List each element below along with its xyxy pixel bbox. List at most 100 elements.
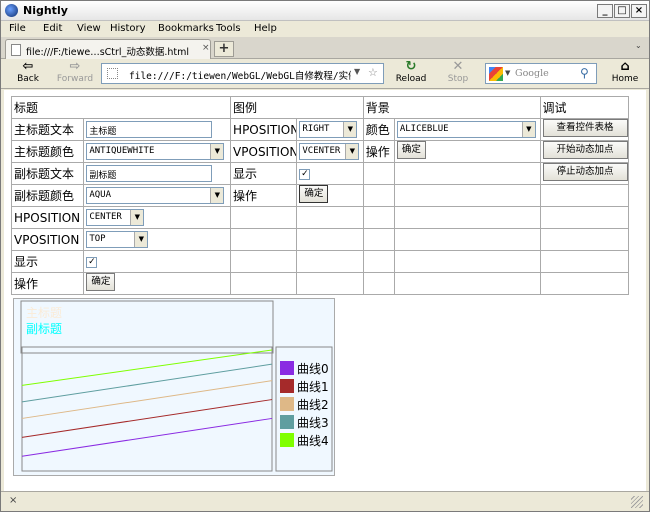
legend-swatch-4 <box>280 433 294 447</box>
empty-cell <box>296 228 364 251</box>
empty-cell <box>362 228 395 251</box>
home-button[interactable]: ⌂ Home <box>611 60 639 85</box>
url-bar[interactable]: file:///F:/tiewen/WebGL/WebGL自修教程/实例/C ▼… <box>101 63 384 84</box>
main-title-color-select[interactable]: ANTIQUEWHITE ▼ <box>86 143 225 160</box>
tab-active[interactable]: file:///F:/tiewe…sCtrl_动态数据.html × <box>5 39 211 59</box>
header-background: 背景 <box>362 96 541 119</box>
engine-dropdown-icon[interactable]: ▼ <box>505 69 510 77</box>
legend-hposition-label: HPOSITION <box>230 118 298 141</box>
title-operation-label: 操作 <box>10 272 85 295</box>
empty-cell <box>230 250 298 273</box>
bg-color-label: 颜色 <box>362 118 395 141</box>
menu-edit[interactable]: Edit <box>43 23 62 34</box>
stop-icon: ✕ <box>452 59 464 74</box>
empty-cell <box>539 184 630 207</box>
empty-cell <box>230 206 298 229</box>
tab-title: file:///F:/tiewe…sCtrl_动态数据.html <box>26 47 189 58</box>
line-chart: 主标题副标题曲线0 曲线1 曲线2 曲线3 曲线4 <box>20 300 333 472</box>
legend-label-2: 曲线2 <box>297 398 329 412</box>
bg-operation-label: 操作 <box>362 140 395 163</box>
subtitle-text-input[interactable]: 副标题 <box>86 165 213 182</box>
back-button[interactable]: ⇦ Back <box>11 59 45 85</box>
page-content: 标题 图例 背景 调试 主标题文本 主标题 HPOSITION RIGHT ▼ 颜… <box>4 90 646 491</box>
title-vposition-select[interactable]: TOP ▼ <box>86 231 149 248</box>
title-hposition-value: CENTER <box>89 212 122 222</box>
minimize-button[interactable]: _ <box>597 4 613 18</box>
stop-dynamic-points-button[interactable]: 停止动态加点 <box>542 163 628 181</box>
forward-arrow-icon: ⇨ <box>69 59 81 74</box>
series-line-2 <box>21 380 273 419</box>
menu-help[interactable]: Help <box>254 23 277 34</box>
stop-button[interactable]: ✕ Stop <box>444 59 472 85</box>
plot-area <box>21 346 273 472</box>
legend-vposition-value: VCENTER <box>302 146 341 156</box>
reload-icon: ↻ <box>405 59 417 74</box>
legend-vposition-select[interactable]: VCENTER ▼ <box>299 143 360 160</box>
page-icon <box>11 44 21 56</box>
forward-button[interactable]: ⇨ Forward <box>53 59 97 85</box>
chevron-down-icon: ▼ <box>134 232 148 247</box>
reload-button[interactable]: ↻ Reload <box>394 59 428 85</box>
menu-bar: File Edit View History Bookmarks Tools H… <box>1 21 649 37</box>
view-controls-table-button[interactable]: 查看控件表格 <box>542 119 628 137</box>
chevron-down-icon: ▼ <box>343 122 357 137</box>
header-legend: 图例 <box>230 96 364 119</box>
title-hposition-select[interactable]: CENTER ▼ <box>86 209 145 226</box>
chart-panel: 主标题 副标题 曲线0 曲线1 曲线2 曲线3 曲线4 <box>13 298 335 476</box>
title-hposition-label: HPOSITION <box>10 206 85 229</box>
tab-list-icon[interactable]: ⌄ <box>635 41 642 50</box>
back-arrow-icon: ⇦ <box>22 59 34 74</box>
title-show-checkbox[interactable]: ✓ <box>86 256 98 268</box>
title-show-label: 显示 <box>10 250 85 273</box>
tab-close-icon[interactable]: × <box>202 43 210 53</box>
title-vposition-value: TOP <box>89 234 106 244</box>
subtitle-color-select[interactable]: AQUA ▼ <box>86 187 225 204</box>
series-line-4 <box>21 349 273 386</box>
close-addon-bar-icon[interactable]: × <box>9 495 17 506</box>
title-bar: Nightly _ □ × <box>1 1 649 21</box>
legend-show-label: 显示 <box>230 162 298 185</box>
resize-grip[interactable] <box>631 496 643 508</box>
empty-cell <box>393 206 541 229</box>
main-title-text-input[interactable]: 主标题 <box>86 121 213 138</box>
empty-cell <box>393 272 541 295</box>
header-debug: 调试 <box>539 96 630 119</box>
stop-label: Stop <box>447 74 469 84</box>
close-window-button[interactable]: × <box>631 4 647 18</box>
empty-cell <box>362 184 395 207</box>
empty-cell <box>362 250 395 273</box>
bg-confirm-button[interactable]: 确定 <box>396 141 426 159</box>
menu-view[interactable]: View <box>77 23 101 34</box>
google-logo-icon[interactable] <box>489 67 503 81</box>
title-confirm-button[interactable]: 确定 <box>86 273 116 291</box>
url-text: file:///F:/tiewen/WebGL/WebGL自修教程/实例/C <box>129 71 351 82</box>
search-bar[interactable]: ▼ Google ⚲ <box>485 63 597 84</box>
chevron-down-icon: ▼ <box>130 210 144 225</box>
legend-hposition-value: RIGHT <box>302 124 330 134</box>
menu-file[interactable]: File <box>9 23 26 34</box>
legend-hposition-select[interactable]: RIGHT ▼ <box>299 121 358 138</box>
empty-cell <box>362 162 395 185</box>
legend-label-3: 曲线3 <box>297 416 329 430</box>
forward-label: Forward <box>56 74 94 84</box>
magnifier-icon[interactable]: ⚲ <box>580 66 589 80</box>
subtitle-color-value: AQUA <box>89 190 112 200</box>
legend-label-0: 曲线0 <box>297 362 329 376</box>
bookmark-star-icon[interactable]: ☆ <box>368 66 378 79</box>
subtitle-text-label: 副标题文本 <box>10 162 85 185</box>
url-dropdown-icon[interactable]: ▼ <box>354 67 360 76</box>
legend-show-checkbox[interactable]: ✓ <box>299 168 311 180</box>
legend-confirm-button[interactable]: 确定 <box>299 185 329 203</box>
bg-color-select[interactable]: ALICEBLUE ▼ <box>396 121 536 138</box>
start-dynamic-points-button[interactable]: 开始动态加点 <box>542 141 628 159</box>
maximize-button[interactable]: □ <box>614 4 630 18</box>
reload-label: Reload <box>395 74 427 84</box>
menu-tools[interactable]: Tools <box>216 23 241 34</box>
bg-color-value: ALICEBLUE <box>399 124 449 134</box>
new-tab-button[interactable]: + <box>214 41 234 57</box>
status-bar: × <box>1 491 649 511</box>
empty-cell <box>393 162 541 185</box>
subtitle-color-label: 副标题颜色 <box>10 184 85 207</box>
menu-history[interactable]: History <box>110 23 146 34</box>
menu-bookmarks[interactable]: Bookmarks <box>158 23 214 34</box>
